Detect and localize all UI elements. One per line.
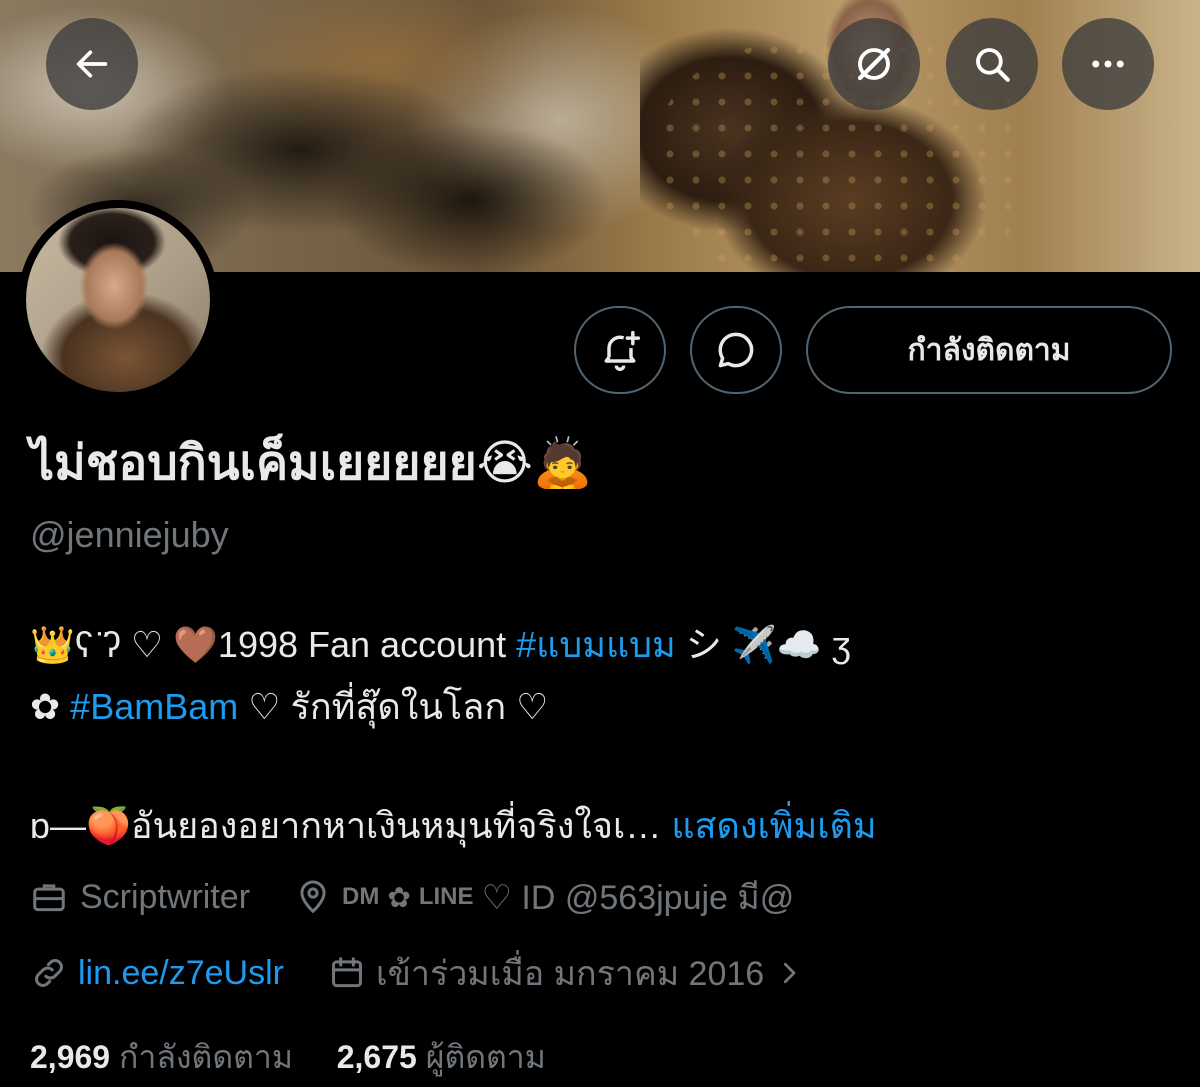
more-icon	[1092, 60, 1124, 68]
chevron-right-icon[interactable]	[774, 958, 804, 988]
follow-stats: 2,969 กำลังติดตาม 2,675 ผู้ติดตาม	[30, 1032, 546, 1083]
followers-count: 2,675	[336, 1039, 417, 1075]
following-stat[interactable]: 2,969 กำลังติดตาม	[30, 1039, 293, 1075]
following-button[interactable]: กำลังติดตาม	[806, 306, 1172, 394]
message-button[interactable]	[690, 306, 782, 394]
join-date: เข้าร่วมเมื่อ มกราคม 2016	[375, 955, 765, 993]
location-rest: ♡ ID @563jpuje มี@	[481, 879, 795, 917]
grok-icon	[857, 47, 891, 81]
profile-meta-row-2: lin.ee/z7eUslr เข้าร่วมเมื่อ มกราคม 2016	[30, 946, 804, 1000]
profile-meta-row-1: Scriptwriter DM ✿ LINE ♡ ID @563jpuje มี…	[30, 870, 794, 924]
bio-text: ♡ รักที่สุ๊ดในโลก ♡	[238, 686, 549, 727]
message-icon	[718, 332, 754, 368]
bell-plus-icon	[604, 330, 641, 371]
display-name: ไม่ชอบกินเค็มเยยยยย😭🙇	[30, 437, 593, 490]
back-button[interactable]	[46, 18, 138, 110]
bio-text: ✿	[30, 686, 71, 727]
bio-text: シ ✈️☁️ ʒ	[675, 624, 852, 665]
grok-button[interactable]	[828, 18, 920, 110]
website-link[interactable]: lin.ee/z7eUslr	[78, 954, 284, 993]
location-pin-icon	[300, 880, 326, 914]
briefcase-icon	[33, 884, 65, 912]
location-line: LINE	[418, 883, 474, 910]
back-arrow-icon	[76, 50, 108, 78]
search-button[interactable]	[946, 18, 1038, 110]
notifications-button[interactable]	[574, 306, 666, 394]
hashtag-link[interactable]: #แบมแบม	[516, 624, 676, 665]
search-icon	[976, 48, 1010, 82]
following-button-label: กำลังติดตาม	[907, 333, 1071, 367]
flower-icon: ✿	[387, 881, 411, 913]
bio-line-1: 👑ʕ ̈̈ʔ ♡ 🤎1998 Fan account #แบมแบม シ ✈️☁…	[30, 616, 851, 673]
profession: Scriptwriter	[80, 877, 251, 916]
link-icon	[35, 959, 63, 987]
avatar-container[interactable]	[18, 200, 218, 400]
bio-text: ɒ—🍑อันยองอยากหาเงินหมุนที่จริงใจเ…	[30, 805, 672, 846]
handle: @jenniejuby	[30, 514, 229, 555]
bio-line-2: ✿ #BamBam ♡ รักที่สุ๊ดในโลก ♡	[30, 678, 548, 735]
following-count: 2,969	[30, 1039, 111, 1075]
show-more-link[interactable]: แสดงเพิ่มเติม	[671, 805, 876, 846]
more-button[interactable]	[1062, 18, 1154, 110]
avatar[interactable]	[26, 208, 210, 392]
following-label: กำลังติดตาม	[118, 1039, 293, 1075]
followers-stat[interactable]: 2,675 ผู้ติดตาม	[337, 1039, 546, 1075]
calendar-icon	[332, 957, 362, 988]
hashtag-link[interactable]: #BamBam	[70, 686, 238, 727]
followers-label: ผู้ติดตาม	[425, 1039, 546, 1075]
location-dm: DM	[342, 883, 380, 910]
bio-text: 👑ʕ ̈̈ʔ ♡ 🤎1998 Fan account	[30, 624, 517, 665]
bio-line-3: ɒ—🍑อันยองอยากหาเงินหมุนที่จริงใจเ… แสดงเ…	[30, 797, 877, 854]
